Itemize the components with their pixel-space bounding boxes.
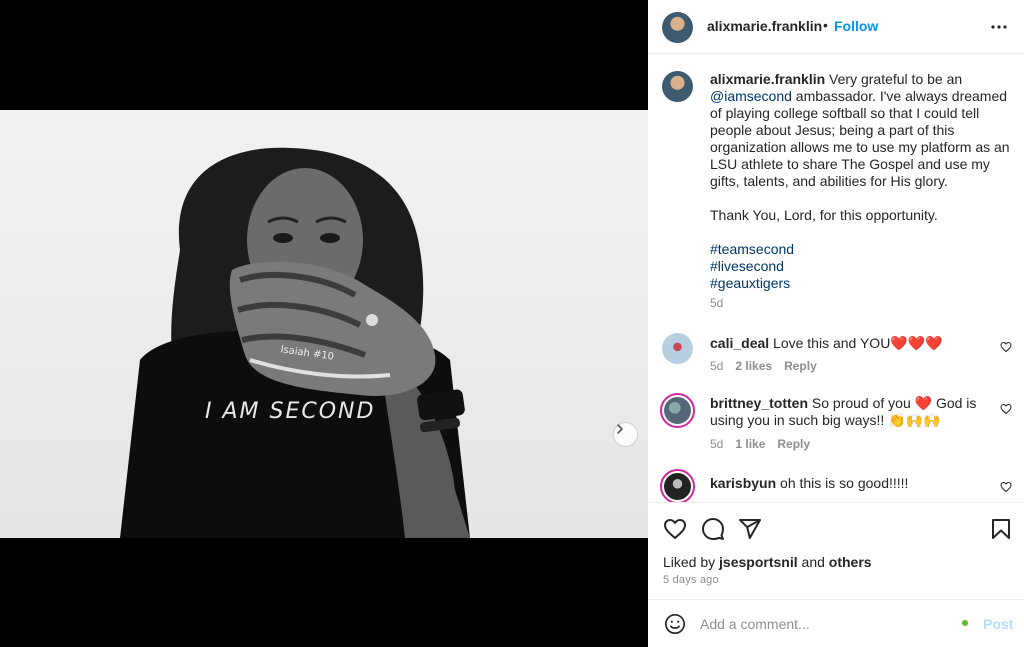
comment-likes[interactable]: 1 like — [735, 437, 765, 451]
author-username[interactable]: alixmarie.franklin — [707, 18, 822, 34]
commenter-avatar[interactable] — [662, 333, 693, 364]
like-heart-icon[interactable] — [663, 517, 687, 541]
hashtag[interactable]: #geauxtigers — [710, 275, 1010, 292]
caption-text-part1: Very grateful to be an — [825, 71, 963, 87]
hashtag[interactable]: #teamsecond — [710, 241, 1010, 258]
header-separator: • — [823, 17, 828, 33]
post-date[interactable]: 5 days ago — [663, 574, 719, 586]
comment-likes[interactable]: 2 likes — [735, 359, 772, 373]
chevron-right-icon — [617, 424, 623, 434]
carousel-next-button[interactable] — [613, 422, 638, 447]
post-media-pane: I AM SECOND Isaiah #10 — [0, 0, 648, 647]
commenter-username[interactable]: brittney_totten — [710, 395, 808, 411]
liked-prefix: Liked by — [663, 554, 720, 570]
save-bookmark-icon[interactable] — [990, 517, 1012, 541]
author-avatar[interactable] — [662, 12, 693, 43]
online-status-dot — [962, 620, 968, 626]
commenter-username[interactable]: cali_deal — [710, 335, 769, 351]
comments-section[interactable]: alixmarie.franklin Very grateful to be a… — [648, 55, 1024, 502]
emoji-icon[interactable] — [664, 613, 686, 635]
caption-timestamp[interactable]: 5d — [710, 296, 723, 310]
comment-meta: 5d 1 like Reply — [710, 437, 810, 451]
commenter-avatar-story[interactable] — [660, 393, 695, 428]
liked-others-link[interactable]: others — [829, 554, 872, 570]
comment-time[interactable]: 5d — [710, 437, 723, 451]
caption-paragraph: Thank You, Lord, for this opportunity. — [710, 207, 938, 223]
caption-mention[interactable]: @iamsecond — [710, 88, 792, 104]
more-horizontal-icon[interactable] — [990, 18, 1008, 36]
commenter-username[interactable]: karisbyun — [710, 475, 776, 491]
comment-time[interactable]: 5d — [710, 359, 723, 373]
svg-text:I AM SECOND: I AM SECOND — [205, 399, 375, 424]
liked-by-text: Liked by jsesportsnil and others — [663, 554, 872, 570]
comment-text: cali_deal Love this and YOU❤️❤️❤️ — [710, 335, 980, 352]
liked-user-link[interactable]: jsesportsnil — [719, 554, 798, 570]
hashtag[interactable]: #livesecond — [710, 258, 1010, 275]
comment-text: karisbyun oh this is so good!!!!! — [710, 475, 980, 492]
add-comment-bar: Post — [648, 599, 1024, 647]
caption: alixmarie.franklin Very grateful to be a… — [710, 71, 1010, 292]
liked-and: and — [797, 554, 829, 570]
reply-button[interactable]: Reply — [777, 437, 810, 451]
commenter-avatar-story[interactable] — [660, 469, 695, 502]
heart-icon[interactable] — [1000, 341, 1012, 353]
follow-button[interactable]: Follow — [834, 18, 878, 34]
post-header: alixmarie.franklin • Follow — [648, 0, 1024, 54]
post-photo[interactable]: I AM SECOND Isaiah #10 — [0, 110, 648, 538]
post-side-panel: alixmarie.franklin • Follow alixmarie.fr… — [648, 0, 1024, 647]
comment-text: brittney_totten So proud of you ❤️ God i… — [710, 395, 980, 429]
photo-illustration: I AM SECOND Isaiah #10 — [120, 147, 470, 538]
comment-bubble-icon[interactable] — [701, 517, 725, 541]
reply-button[interactable]: Reply — [784, 359, 817, 373]
comment-body: Love this and YOU❤️❤️❤️ — [769, 335, 943, 351]
post-comment-button[interactable]: Post — [983, 616, 1013, 632]
comment-input[interactable] — [700, 613, 950, 635]
caption-username[interactable]: alixmarie.franklin — [710, 71, 825, 87]
comment-meta: 5d 2 likes Reply — [710, 359, 817, 373]
caption-author-avatar[interactable] — [662, 71, 693, 102]
heart-icon[interactable] — [1000, 481, 1012, 493]
comment-body: oh this is so good!!!!! — [776, 475, 909, 491]
share-send-icon[interactable] — [738, 517, 762, 541]
heart-icon[interactable] — [1000, 403, 1012, 415]
